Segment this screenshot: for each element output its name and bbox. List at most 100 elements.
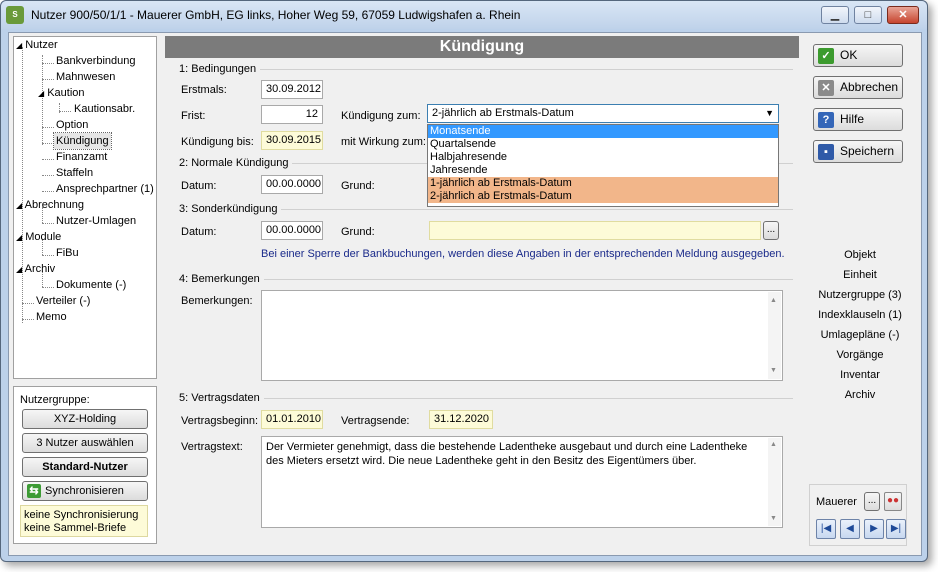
kuendigung-bis-field[interactable]: 30.09.2015 (261, 131, 323, 150)
dropdown-option-jahresende[interactable]: Jahresende (428, 164, 778, 177)
first-icon: |◀ (820, 523, 832, 534)
frist-field[interactable]: 12 (261, 105, 323, 124)
save-label: Speichern (840, 144, 895, 158)
link-archiv[interactable]: Archiv (817, 389, 903, 401)
ok-button[interactable]: ✓ OK (813, 44, 903, 67)
users-icon[interactable]: ●● (884, 492, 902, 511)
title-bar[interactable]: S Nutzer 900/50/1/1 - Mauerer GmbH, EG l… (1, 1, 927, 29)
floppy-disk-icon: ▪ (818, 143, 834, 160)
maximize-icon: □ (864, 9, 872, 21)
tree-item-nutzer[interactable]: ◢ Nutzer (16, 37, 58, 53)
bemerkungen-label: Bemerkungen: (181, 295, 253, 307)
save-button[interactable]: ▪ Speichern (813, 140, 903, 163)
tree-item-mahnwesen[interactable]: Mahnwesen (56, 69, 115, 85)
erstmals-field[interactable]: 30.09.2012 (261, 80, 323, 99)
normale-datum-field[interactable]: 00.00.0000 (261, 175, 323, 194)
select-nutzer-button[interactable]: 3 Nutzer auswählen (22, 433, 148, 453)
sonder-grund-field[interactable] (429, 221, 761, 240)
link-nutzergruppe[interactable]: Nutzergruppe (3) (817, 289, 903, 301)
vertragsende-field[interactable]: 31.12.2020 (429, 410, 493, 429)
vertragsbeginn-field[interactable]: 01.01.2010 (261, 410, 323, 429)
mit-wirkung-label: mit Wirkung zum: (341, 136, 426, 148)
collapse-icon[interactable]: ◢ (16, 265, 22, 274)
link-inventar[interactable]: Inventar (817, 369, 903, 381)
tree-item-kautionsabr[interactable]: Kautionsabr. (74, 101, 135, 117)
erstmals-label: Erstmals: (181, 84, 227, 96)
collapse-icon[interactable]: ◢ (38, 89, 44, 98)
link-umlageplaene[interactable]: Umlagepläne (-) (817, 329, 903, 341)
chevron-down-icon[interactable]: ▼ (765, 105, 774, 122)
first-record-button[interactable]: |◀ (816, 519, 836, 539)
tree-item-module[interactable]: ◢ Module (16, 229, 61, 245)
section-label: 2: Normale Kündigung (179, 157, 293, 169)
tree-item-verteiler[interactable]: Verteiler (-) (36, 293, 90, 309)
minimize-button[interactable]: ▁ (821, 6, 849, 24)
page-title: Kündigung (165, 36, 799, 58)
link-vorgaenge[interactable]: Vorgänge (817, 349, 903, 361)
tree-item-memo[interactable]: Memo (36, 309, 67, 325)
tree-item-staffeln[interactable]: Staffeln (56, 165, 93, 181)
prev-record-button[interactable]: ◀ (840, 519, 860, 539)
tree-item-bankverbindung[interactable]: Bankverbindung (56, 53, 136, 69)
bankbuchung-note: Bei einer Sperre der Bankbuchungen, werd… (261, 248, 785, 260)
sync-info: keine Synchronisierung keine Sammel-Brie… (20, 505, 148, 537)
tree-item-nutzer-umlagen[interactable]: Nutzer-Umlagen (56, 213, 136, 229)
navigation-tree: ◢ Nutzer Bankverbindung Mahnwesen ◢ Kaut… (13, 36, 157, 379)
help-button[interactable]: ? Hilfe (813, 108, 903, 131)
window: S Nutzer 900/50/1/1 - Mauerer GmbH, EG l… (0, 0, 928, 562)
link-objekt[interactable]: Objekt (817, 249, 903, 261)
scroll-down-icon[interactable]: ▼ (770, 362, 777, 379)
next-icon: ▶ (870, 523, 878, 534)
tree-item-archiv[interactable]: ◢ Archiv (16, 261, 55, 277)
vertragstext-textarea[interactable]: Der Vermieter genehmigt, dass die besteh… (261, 436, 783, 528)
dropdown-option-1-jaehrlich[interactable]: 1-jährlich ab Erstmals-Datum (428, 177, 778, 190)
dropdown-option-quartalsende[interactable]: Quartalsende (428, 138, 778, 151)
user-browse-button[interactable]: ... (864, 492, 880, 511)
datum-label: Datum: (181, 180, 217, 192)
sonder-datum-field[interactable]: 00.00.0000 (261, 221, 323, 240)
dropdown-option-2-jaehrlich[interactable]: 2-jährlich ab Erstmals-Datum (428, 190, 778, 203)
scroll-down-icon[interactable]: ▼ (770, 512, 777, 526)
vertragstext-value: Der Vermieter genehmigt, dass die besteh… (266, 441, 748, 467)
scroll-up-icon[interactable]: ▲ (770, 292, 777, 309)
tree-item-finanzamt[interactable]: Finanzamt (56, 149, 107, 165)
synchronisieren-button[interactable]: ⇆ Synchronisieren (22, 481, 148, 501)
bemerkungen-textarea[interactable]: ▲ ▼ (261, 290, 783, 381)
last-icon: ▶| (890, 523, 902, 534)
tree-item-ansprechpartner[interactable]: Ansprechpartner (1) (56, 181, 154, 197)
link-indexklauseln[interactable]: Indexklauseln (1) (817, 309, 903, 321)
scrollbar[interactable]: ▲ ▼ (768, 438, 781, 526)
sync-info-line1: keine Synchronisierung (24, 509, 139, 521)
maximize-button[interactable]: □ (854, 6, 882, 24)
cancel-label: Abbrechen (840, 80, 899, 94)
collapse-icon[interactable]: ◢ (16, 201, 22, 210)
tree-item-abrechnung[interactable]: ◢ Abrechnung (16, 197, 84, 213)
datum-label: Datum: (181, 226, 217, 238)
cancel-button[interactable]: ✕ Abbrechen (813, 76, 903, 99)
standard-nutzer-button[interactable]: Standard-Nutzer (22, 457, 148, 477)
help-question-icon: ? (818, 111, 834, 128)
collapse-icon[interactable]: ◢ (16, 41, 22, 50)
dropdown-option-monatsende[interactable]: Monatsende (428, 125, 778, 138)
kuendigung-zum-dropdown[interactable]: Monatsende Quartalsende Halbjahresende J… (427, 124, 779, 207)
collapse-icon[interactable]: ◢ (16, 233, 22, 242)
window-title: Nutzer 900/50/1/1 - Mauerer GmbH, EG lin… (31, 8, 521, 22)
last-record-button[interactable]: ▶| (886, 519, 906, 539)
tree-item-dokumente[interactable]: Dokumente (-) (56, 277, 126, 293)
next-record-button[interactable]: ▶ (864, 519, 884, 539)
close-button[interactable]: ✕ (887, 6, 919, 24)
cancel-x-icon: ✕ (818, 79, 834, 96)
dropdown-option-halbjahresende[interactable]: Halbjahresende (428, 151, 778, 164)
grund-browse-button[interactable]: ... (763, 221, 779, 240)
nutzergruppe-label: Nutzergruppe: (20, 394, 90, 406)
tree-item-option[interactable]: Option (56, 117, 88, 133)
kuendigung-zum-select[interactable]: 2-jährlich ab Erstmals-Datum ▼ (427, 104, 779, 123)
close-icon: ✕ (898, 9, 908, 21)
tree-item-kuendigung[interactable]: Kündigung (53, 132, 112, 150)
tree-item-fibu[interactable]: FiBu (56, 245, 79, 261)
scrollbar[interactable]: ▲ ▼ (768, 292, 781, 379)
tree-item-kaution[interactable]: ◢ Kaution (38, 85, 85, 101)
scroll-up-icon[interactable]: ▲ (770, 438, 777, 452)
link-einheit[interactable]: Einheit (817, 269, 903, 281)
xyz-holding-button[interactable]: XYZ-Holding (22, 409, 148, 429)
